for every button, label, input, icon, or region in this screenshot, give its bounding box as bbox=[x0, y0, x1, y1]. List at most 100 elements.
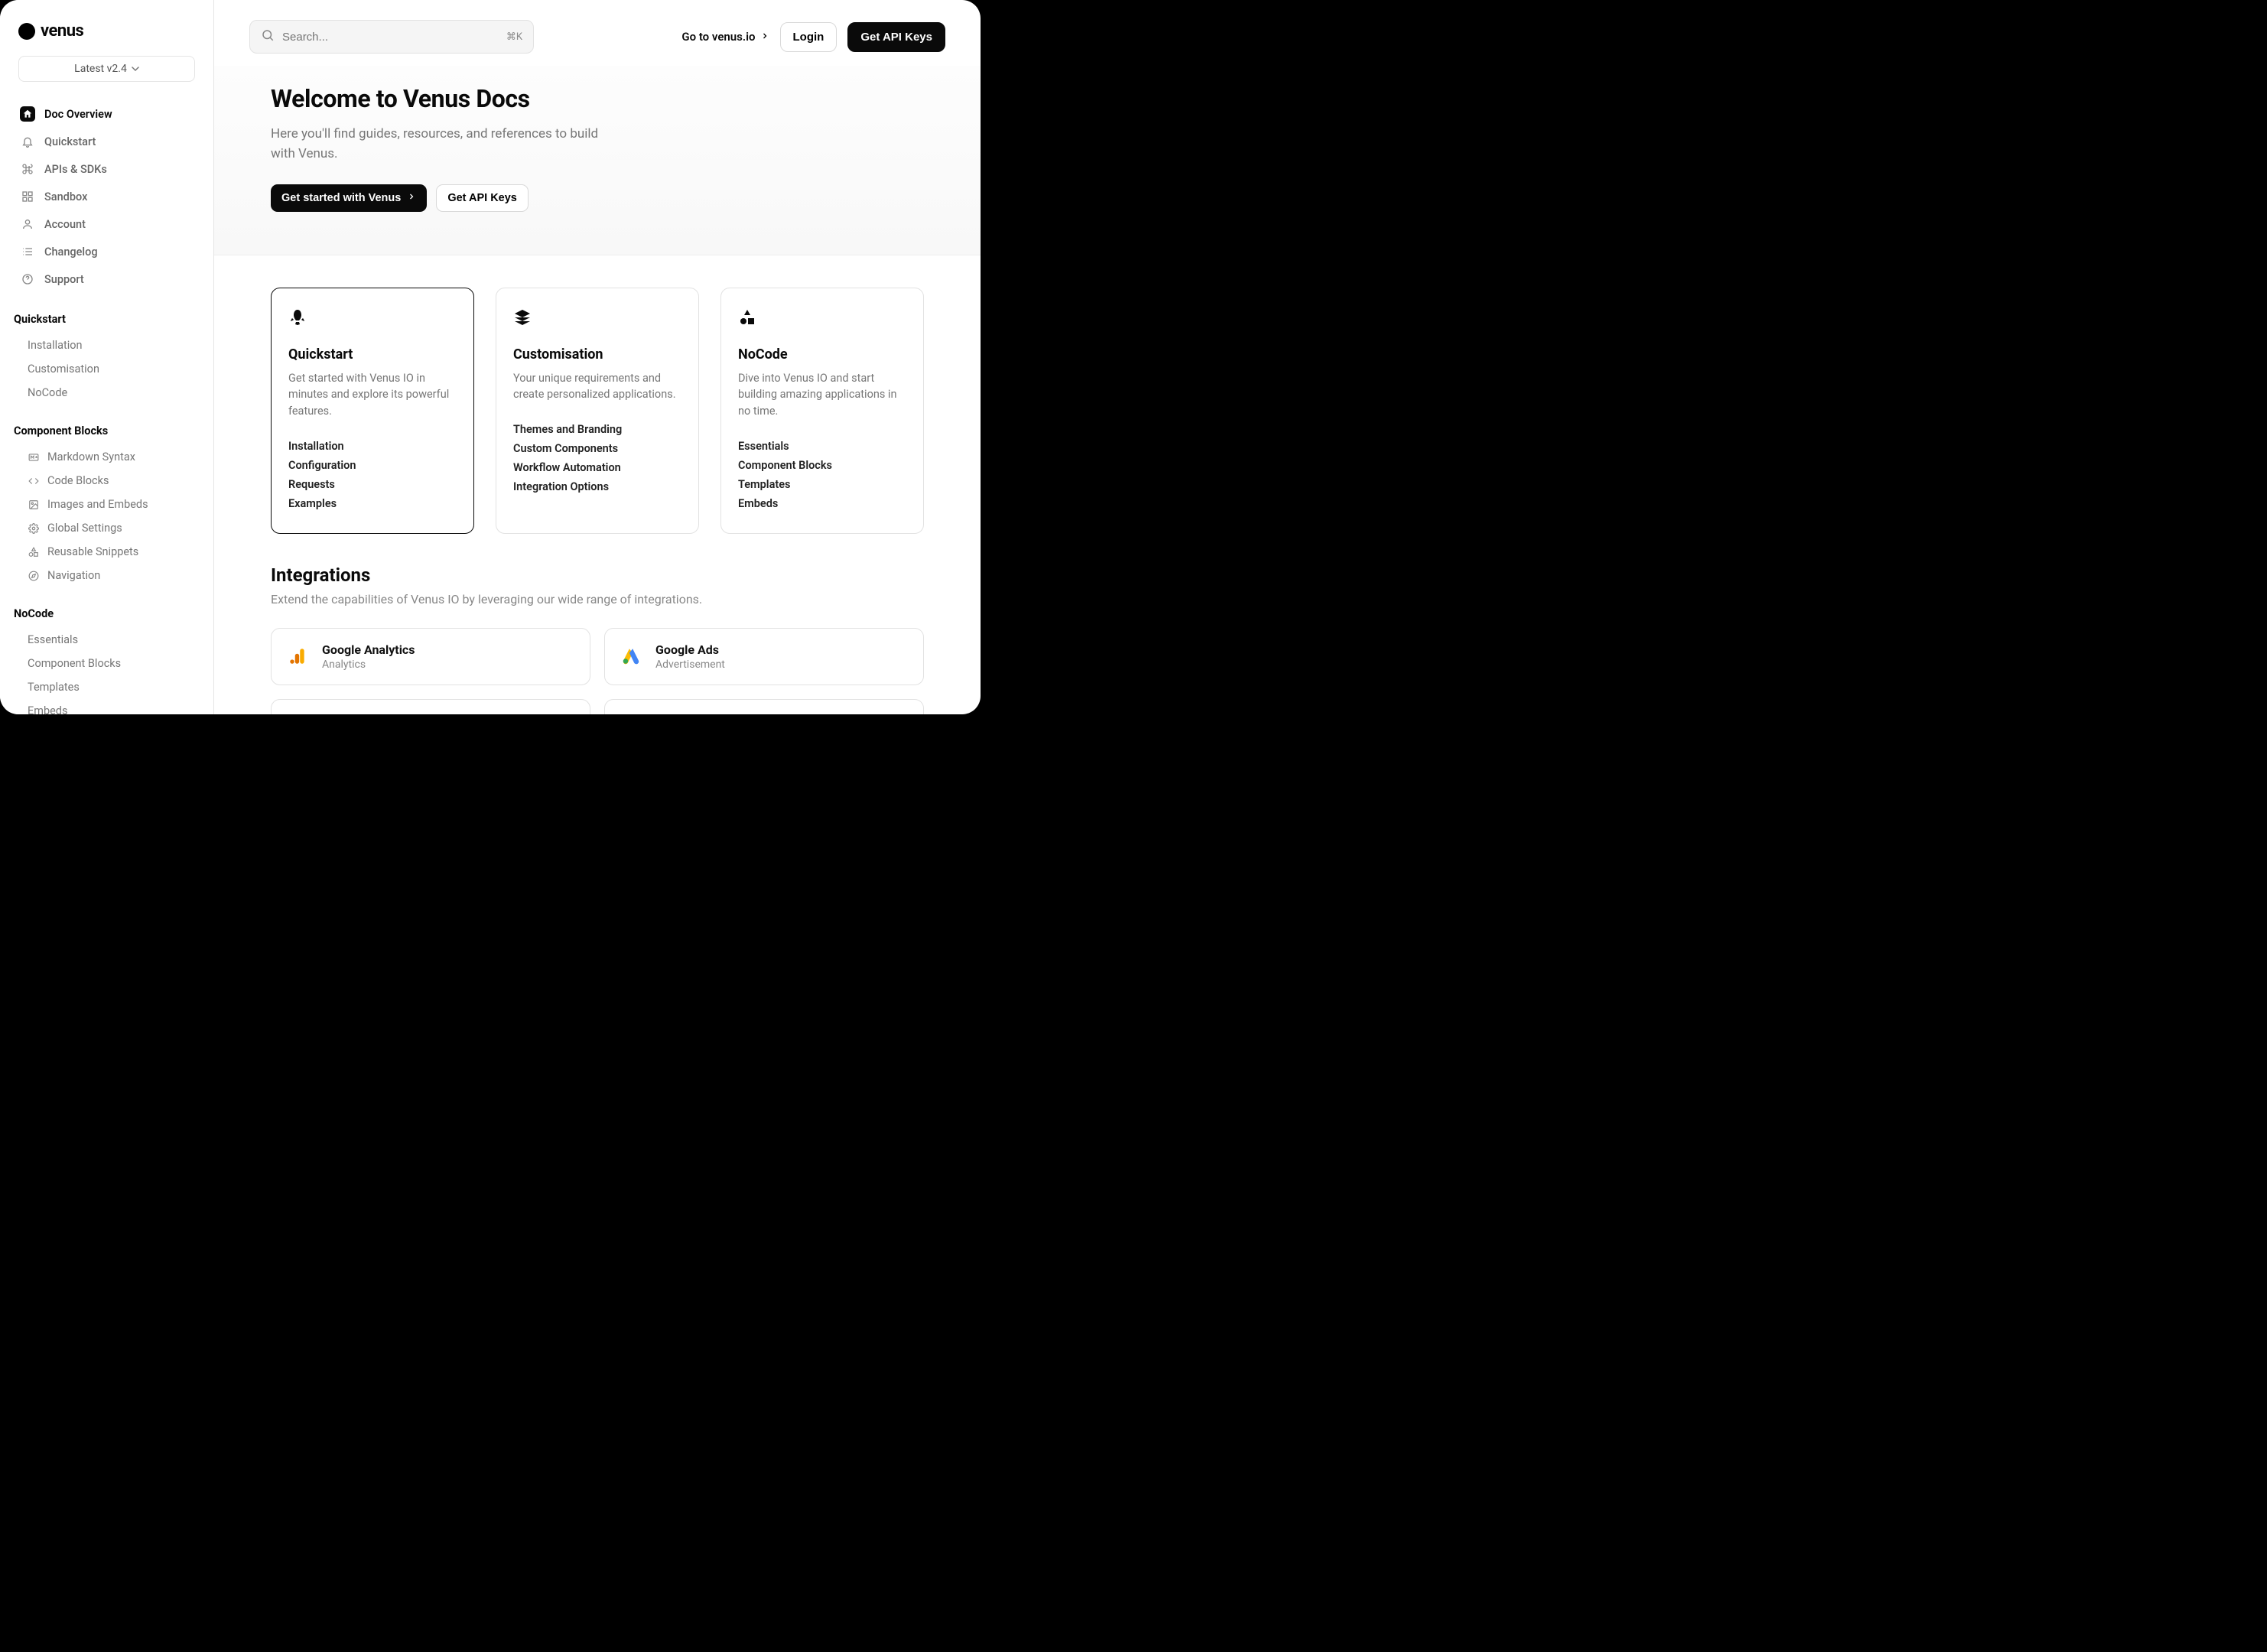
sidebar-main-nav: Doc Overview Quickstart APIs & SDKs Sand… bbox=[14, 100, 200, 293]
search-input[interactable]: ⌘K bbox=[249, 20, 534, 54]
sidebar-heading: Component Blocks bbox=[14, 420, 200, 445]
logo-icon bbox=[18, 23, 35, 40]
sidebar-item-label: APIs & SDKs bbox=[44, 163, 107, 176]
hero-buttons: Get started with Venus Get API Keys bbox=[271, 184, 924, 212]
sidebar-item-label: Quickstart bbox=[44, 135, 96, 148]
search-shortcut: ⌘K bbox=[506, 31, 522, 43]
sidebar-heading: Quickstart bbox=[14, 308, 200, 333]
logo-text: venus bbox=[41, 21, 83, 41]
page-subtitle: Here you'll find guides, resources, and … bbox=[271, 124, 607, 164]
card-link[interactable]: Component Blocks bbox=[738, 456, 906, 475]
logo[interactable]: venus bbox=[14, 21, 200, 56]
rocket-icon bbox=[288, 308, 307, 327]
card-link[interactable]: Templates bbox=[738, 475, 906, 494]
card-title: Customisation bbox=[513, 346, 681, 363]
sidebar-item-label: Sandbox bbox=[44, 190, 87, 203]
sidebar-sub-nocode[interactable]: NoCode bbox=[14, 381, 200, 405]
integration-paypal[interactable]: PayPal Payment bbox=[271, 699, 590, 714]
image-icon bbox=[28, 499, 40, 511]
markdown-icon bbox=[28, 451, 40, 463]
shapes-icon bbox=[28, 546, 40, 558]
card-link[interactable]: Custom Components bbox=[513, 439, 681, 458]
card-title: NoCode bbox=[738, 346, 906, 363]
bell-icon bbox=[20, 134, 35, 149]
sidebar-item-doc-overview[interactable]: Doc Overview bbox=[14, 100, 200, 128]
sidebar-sub-installation[interactable]: Installation bbox=[14, 333, 200, 357]
card-link[interactable]: Requests bbox=[288, 475, 457, 494]
sidebar-item-sandbox[interactable]: Sandbox bbox=[14, 183, 200, 210]
user-icon bbox=[20, 216, 35, 232]
compass-icon bbox=[28, 570, 40, 582]
sidebar-sub-embeds[interactable]: Embeds bbox=[14, 699, 200, 714]
integrations: Integrations Extend the capabilities of … bbox=[214, 541, 981, 714]
card-desc: Get started with Venus IO in minutes and… bbox=[288, 370, 457, 420]
gear-icon bbox=[28, 522, 40, 535]
page-title: Welcome to Venus Docs bbox=[271, 84, 924, 113]
help-icon bbox=[20, 272, 35, 287]
get-started-button[interactable]: Get started with Venus bbox=[271, 184, 427, 212]
sidebar-sub-reusable-snippets[interactable]: Reusable Snippets bbox=[14, 540, 200, 564]
integrations-title: Integrations bbox=[271, 564, 924, 586]
integration-uber-ads[interactable]: Uber Ads Advertisement bbox=[604, 699, 924, 714]
integration-category: Analytics bbox=[322, 659, 415, 671]
integration-google-analytics[interactable]: Google Analytics Analytics bbox=[271, 628, 590, 685]
sidebar-sub-component-blocks[interactable]: Component Blocks bbox=[14, 652, 200, 675]
card-desc: Dive into Venus IO and start building am… bbox=[738, 370, 906, 420]
integrations-subtitle: Extend the capabilities of Venus IO by l… bbox=[271, 592, 924, 606]
topbar: ⌘K Go to venus.io Login Get API Keys bbox=[214, 0, 981, 66]
code-icon bbox=[28, 475, 40, 487]
card-links: Installation Configuration Requests Exam… bbox=[288, 437, 457, 513]
search-field[interactable] bbox=[282, 31, 499, 44]
feature-cards: Quickstart Get started with Venus IO in … bbox=[214, 255, 981, 541]
card-desc: Your unique requirements and create pers… bbox=[513, 370, 681, 404]
sidebar-item-account[interactable]: Account bbox=[14, 210, 200, 238]
hero-api-keys-button[interactable]: Get API Keys bbox=[436, 184, 529, 212]
goto-link[interactable]: Go to venus.io bbox=[681, 30, 769, 44]
card-link[interactable]: Essentials bbox=[738, 437, 906, 456]
card-link[interactable]: Examples bbox=[288, 494, 457, 513]
sidebar-item-changelog[interactable]: Changelog bbox=[14, 238, 200, 265]
sidebar-sub-navigation[interactable]: Navigation bbox=[14, 564, 200, 587]
card-link[interactable]: Embeds bbox=[738, 494, 906, 513]
card-quickstart[interactable]: Quickstart Get started with Venus IO in … bbox=[271, 288, 474, 534]
sidebar-item-support[interactable]: Support bbox=[14, 265, 200, 293]
card-link[interactable]: Themes and Branding bbox=[513, 420, 681, 439]
integrations-grid: Google Analytics Analytics Google Ads Ad… bbox=[271, 628, 924, 714]
chevron-right-icon bbox=[760, 30, 769, 44]
card-nocode[interactable]: NoCode Dive into Venus IO and start buil… bbox=[720, 288, 924, 534]
grid-icon bbox=[20, 189, 35, 204]
card-link[interactable]: Workflow Automation bbox=[513, 458, 681, 477]
sidebar-heading: NoCode bbox=[14, 603, 200, 628]
sidebar-section-component-blocks: Component Blocks Markdown Syntax Code Bl… bbox=[14, 420, 200, 587]
google-analytics-icon bbox=[287, 646, 308, 667]
sidebar-sub-essentials[interactable]: Essentials bbox=[14, 628, 200, 652]
sidebar-item-apis-sdks[interactable]: APIs & SDKs bbox=[14, 155, 200, 183]
chevron-right-icon bbox=[407, 192, 416, 204]
sidebar-sub-customisation[interactable]: Customisation bbox=[14, 357, 200, 381]
get-api-keys-button[interactable]: Get API Keys bbox=[847, 22, 945, 52]
sidebar-item-quickstart[interactable]: Quickstart bbox=[14, 128, 200, 155]
sidebar-sub-global-settings[interactable]: Global Settings bbox=[14, 516, 200, 540]
sidebar-sub-images-embeds[interactable]: Images and Embeds bbox=[14, 493, 200, 516]
integration-name: Google Ads bbox=[655, 642, 725, 657]
home-icon bbox=[20, 106, 35, 122]
card-link[interactable]: Integration Options bbox=[513, 477, 681, 496]
command-icon bbox=[20, 161, 35, 177]
sidebar-sub-templates[interactable]: Templates bbox=[14, 675, 200, 699]
topbar-actions: Go to venus.io Login Get API Keys bbox=[681, 22, 945, 52]
sidebar-sub-code-blocks[interactable]: Code Blocks bbox=[14, 469, 200, 493]
sidebar-item-label: Account bbox=[44, 218, 86, 231]
chevron-down-icon bbox=[132, 65, 139, 73]
card-links: Essentials Component Blocks Templates Em… bbox=[738, 437, 906, 513]
version-selector[interactable]: Latest v2.4 bbox=[18, 56, 195, 82]
card-customisation[interactable]: Customisation Your unique requirements a… bbox=[496, 288, 699, 534]
card-link[interactable]: Configuration bbox=[288, 456, 457, 475]
card-link[interactable]: Installation bbox=[288, 437, 457, 456]
sidebar-sub-markdown[interactable]: Markdown Syntax bbox=[14, 445, 200, 469]
google-ads-icon bbox=[620, 646, 642, 667]
shapes-icon bbox=[738, 308, 756, 327]
hero: Welcome to Venus Docs Here you'll find g… bbox=[214, 66, 981, 255]
integration-google-ads[interactable]: Google Ads Advertisement bbox=[604, 628, 924, 685]
login-button[interactable]: Login bbox=[780, 22, 838, 52]
sidebar-section-nocode: NoCode Essentials Component Blocks Templ… bbox=[14, 603, 200, 714]
